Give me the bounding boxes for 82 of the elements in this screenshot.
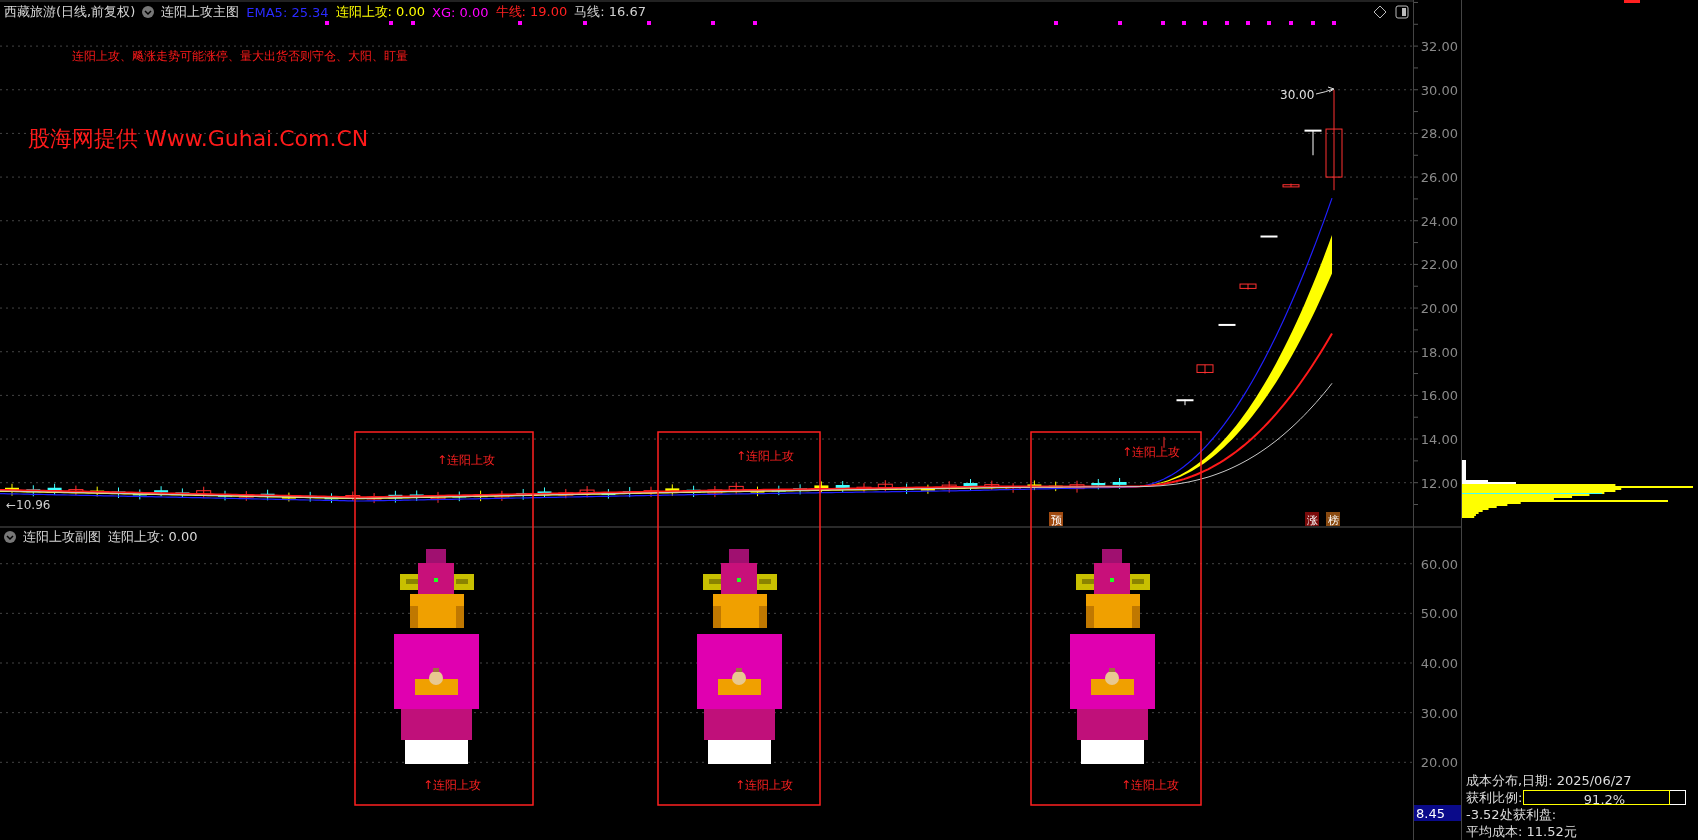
ratio-label: 获利比例:	[1466, 789, 1523, 806]
candle	[1112, 477, 1127, 490]
candle	[877, 479, 893, 492]
security-title: 西藏旅游(日线,前复权)	[4, 3, 136, 21]
price-tick-label: 28.00	[1420, 126, 1458, 142]
strategy-note: 连阳上攻、飚涨走势可能涨停、量大出货否则守仓、大阳、盯量	[72, 48, 408, 65]
candle	[345, 491, 361, 502]
diamond-icon[interactable]	[1373, 5, 1387, 19]
price-tick-label: 32.00	[1420, 39, 1458, 55]
signal-tag: 榜	[1326, 512, 1340, 527]
indicator-value: 连阳上攻: 0.00	[335, 3, 426, 21]
price-tick-label: 14.00	[1420, 432, 1458, 448]
candle	[1196, 364, 1214, 375]
candle	[1304, 129, 1322, 156]
price-tick-label: 24.00	[1420, 213, 1458, 229]
price-tick-label: 22.00	[1420, 257, 1458, 273]
candle	[1005, 482, 1021, 494]
provider-text: 股海网提供 Www.Guhai.Com.CN	[28, 125, 369, 153]
candle	[1282, 183, 1300, 188]
price-tick-label: 18.00	[1420, 344, 1458, 360]
candle	[941, 480, 957, 494]
value-tick-label: 40.00	[1420, 656, 1458, 671]
cost-title: 成本分布,日期: 2025/06/27	[1466, 772, 1633, 789]
profit-ratio-value: 91.2%	[1582, 791, 1627, 808]
price-tick-label: 20.00	[1420, 301, 1458, 317]
candle	[452, 491, 467, 502]
indicator-value: XG: 0.00	[432, 4, 489, 20]
candle	[47, 483, 62, 496]
candle	[1239, 283, 1257, 290]
chevron-icon[interactable]	[4, 531, 16, 543]
price-tick-label: 16.00	[1420, 388, 1458, 404]
candle	[558, 488, 574, 499]
indicator-value: EMA5: 25.34	[246, 4, 329, 20]
candle	[728, 481, 744, 495]
price-tick-label: 30.00	[1420, 82, 1458, 98]
price-tick-label: 12.00	[1420, 475, 1458, 491]
signal-tag: 涨	[1305, 512, 1319, 527]
value-tick-label: 20.00	[1420, 755, 1458, 771]
signal-label: ↑连阳上攻	[1121, 778, 1180, 792]
signal-label: ↑连阳上攻	[423, 778, 482, 792]
candle	[665, 483, 680, 497]
candle	[1176, 399, 1194, 406]
candle	[707, 485, 723, 498]
signal-label: ↑连阳上攻	[437, 453, 496, 467]
panel-icon[interactable]	[1395, 5, 1409, 19]
low-price-label: ←10.96	[6, 498, 51, 512]
price-marker	[1624, 0, 1640, 3]
candle	[814, 480, 829, 494]
indicator-value: 牛线: 19.00	[495, 3, 568, 21]
high-price-label: 30.00	[1280, 88, 1315, 102]
average-cost: 平均成本: 11.52元	[1466, 823, 1578, 840]
signal-label: ↑连阳上攻	[735, 778, 794, 792]
indicator-value: 马线: 16.67	[574, 3, 646, 21]
candle	[68, 485, 84, 496]
candle	[196, 486, 212, 499]
indicator-name: 连阳上攻主图	[161, 3, 240, 21]
signal-tag: 预	[1049, 512, 1063, 527]
candle	[238, 490, 254, 502]
indicator-name: 连阳上攻副图	[23, 528, 101, 546]
candle	[409, 490, 424, 502]
candle	[579, 485, 595, 498]
value-tick-label: 50.00	[1420, 606, 1458, 622]
price-tick-label: 26.00	[1420, 170, 1458, 186]
candle	[1069, 480, 1085, 494]
candle	[1218, 323, 1236, 326]
signal-label: ↑连阳上攻	[736, 449, 795, 463]
profit-line: -3.52处获利盘:	[1466, 806, 1558, 823]
candle	[5, 483, 19, 497]
candle	[154, 485, 169, 497]
indicator-value: 连阳上攻: 0.00	[108, 528, 198, 546]
candle	[963, 478, 978, 492]
candle	[1260, 235, 1278, 238]
candle	[366, 492, 382, 504]
signal-label: ↑连阳上攻	[1122, 445, 1181, 459]
candle	[1091, 478, 1106, 490]
value-tick-label: 30.00	[1420, 705, 1458, 721]
chevron-icon[interactable]	[142, 6, 155, 18]
candle	[281, 492, 296, 502]
arrow-icon	[1315, 86, 1335, 95]
candle	[750, 486, 765, 497]
value-tick-label: 60.00	[1420, 556, 1458, 572]
current-value-tag: 8.45	[1414, 805, 1461, 821]
